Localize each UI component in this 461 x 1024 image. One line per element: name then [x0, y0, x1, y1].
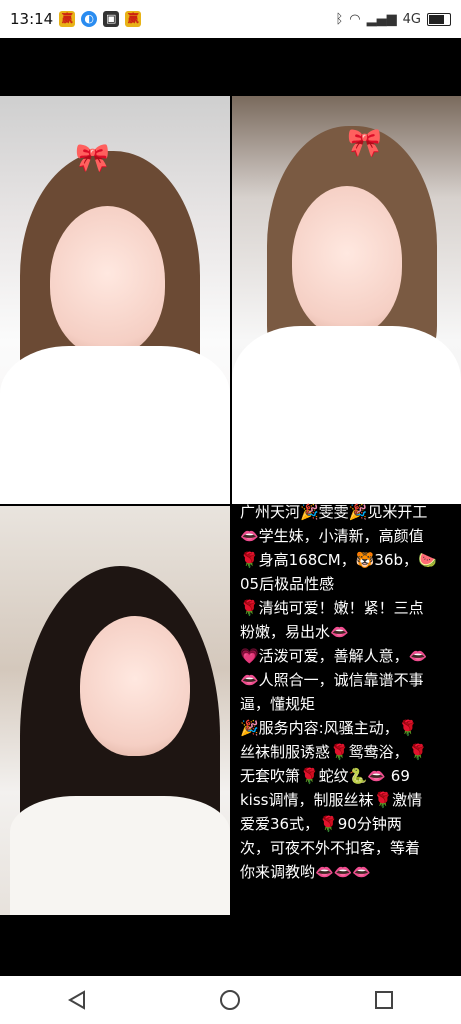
bow-icon: 🎀	[347, 126, 382, 159]
battery-icon	[427, 12, 451, 26]
caption-line: 🌹身高168CM，🐯36b，🍉	[240, 551, 437, 569]
caption-line: 🎉服务内容:风骚主动，🌹	[240, 719, 418, 737]
caption-line: 爱爱36式，🌹90分钟两	[240, 815, 402, 833]
shirt	[232, 326, 461, 504]
home-icon	[220, 990, 241, 1010]
caption-line: 你来调教哟👄👄👄	[240, 863, 372, 881]
caption-line: 05后极品性感	[240, 575, 335, 593]
recent-apps-icon	[375, 991, 394, 1009]
bow-icon: 🎀	[75, 141, 110, 174]
caption-line: 🌹清纯可爱！嫩！紧！三点	[240, 599, 424, 617]
caption-line: 无套吹箫🌹蛇纹🐍👄 69	[240, 767, 410, 785]
browser-notification-icon: ◐	[81, 11, 98, 27]
status-bar: 13:14 赢 ◐ ▣ 赢 ᛒ ◠ ▂▄▆ 4G	[0, 0, 461, 38]
caption-line: 广州天河🎉雯雯🎉见米开工	[240, 503, 428, 521]
caption-line: 粉嫩，易出水👄	[240, 623, 349, 641]
photo-3[interactable]	[0, 506, 230, 915]
network-type: 4G	[402, 11, 421, 27]
app-notification-icon-2: ▣	[103, 11, 120, 27]
caption-text: 广州天河🎉雯雯🎉见米开工 👄学生妹，小清新，高颜值 🌹身高168CM，🐯36b，…	[240, 500, 458, 915]
caption-line: 逼，懂规矩	[240, 695, 316, 713]
caption-line: 💗活泼可爱，善解人意，👄	[240, 647, 428, 665]
caption-line: 次，可夜不外不扣客，等着	[240, 839, 421, 857]
caption-line: 👄人照合一，诚信靠谱不事	[240, 671, 424, 689]
face	[50, 206, 165, 356]
back-icon	[67, 990, 85, 1010]
navigation-bar	[0, 976, 461, 1024]
face	[80, 616, 190, 756]
shirt	[10, 796, 230, 915]
app-notification-icon: 赢	[59, 11, 76, 27]
signal-icon: ▂▄▆	[366, 11, 397, 27]
photo-1[interactable]: 🎀	[0, 96, 230, 504]
app-notification-icon-3: 赢	[125, 11, 142, 27]
caption-line: 👄学生妹，小清新，高颜值	[240, 527, 424, 545]
caption-line: kiss调情，制服丝袜🌹激情	[240, 791, 423, 809]
clock: 13:14	[10, 10, 54, 28]
caption-line: 丝袜制服诱惑🌹鸳鸯浴，🌹	[240, 743, 428, 761]
photo-2[interactable]: 🎀	[232, 96, 461, 504]
back-button[interactable]	[53, 976, 101, 1024]
home-button[interactable]	[206, 976, 254, 1024]
wifi-icon: ◠	[349, 11, 361, 27]
recent-apps-button[interactable]	[360, 976, 408, 1024]
face	[292, 186, 402, 336]
bluetooth-icon: ᛒ	[335, 11, 344, 27]
shirt	[0, 346, 230, 504]
